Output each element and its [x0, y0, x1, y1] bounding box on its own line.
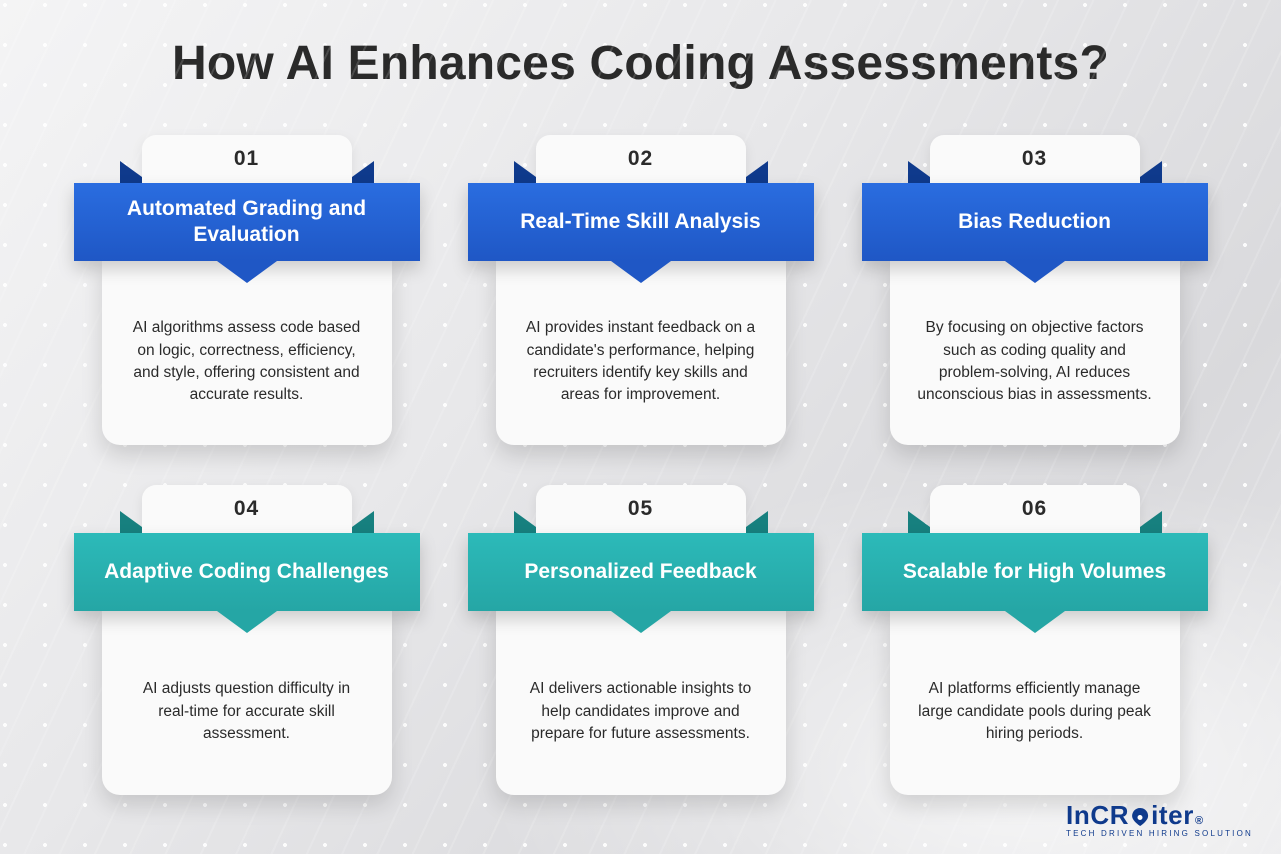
card-05: 05 Personalized Feedback AI delivers act… — [468, 485, 814, 795]
card-description: AI adjusts question difficulty in real-t… — [102, 607, 392, 795]
card-06: 06 Scalable for High Volumes AI platform… — [862, 485, 1208, 795]
page-title: How AI Enhances Coding Assessments? — [0, 0, 1281, 91]
card-heading: Adaptive Coding Challenges — [104, 559, 389, 585]
card-number: 01 — [142, 135, 352, 183]
registered-symbol: ® — [1195, 815, 1204, 827]
brand-tagline: TECH DRIVEN HIRING SOLUTION — [1066, 829, 1253, 838]
card-number: 02 — [536, 135, 746, 183]
card-grid: 01 Automated Grading and Evaluation AI a… — [0, 135, 1281, 795]
card-01: 01 Automated Grading and Evaluation AI a… — [74, 135, 420, 445]
card-number: 04 — [142, 485, 352, 533]
card-description: AI delivers actionable insights to help … — [496, 607, 786, 795]
card-description: AI algorithms assess code based on logic… — [102, 257, 392, 445]
card-heading: Automated Grading and Evaluation — [100, 196, 394, 249]
card-description: AI platforms efficiently manage large ca… — [890, 607, 1180, 795]
card-02: 02 Real-Time Skill Analysis AI provides … — [468, 135, 814, 445]
card-03: 03 Bias Reduction By focusing on objecti… — [862, 135, 1208, 445]
card-heading-ribbon: Scalable for High Volumes — [862, 533, 1208, 611]
card-heading-ribbon: Automated Grading and Evaluation — [74, 183, 420, 261]
card-number: 06 — [930, 485, 1140, 533]
card-heading: Personalized Feedback — [524, 559, 756, 585]
card-04: 04 Adaptive Coding Challenges AI adjusts… — [74, 485, 420, 795]
card-heading: Scalable for High Volumes — [903, 559, 1166, 585]
card-heading-ribbon: Bias Reduction — [862, 183, 1208, 261]
brand-name: InCR iter® — [1066, 800, 1253, 831]
card-description: AI provides instant feedback on a candid… — [496, 257, 786, 445]
card-number: 03 — [930, 135, 1140, 183]
card-heading-ribbon: Personalized Feedback — [468, 533, 814, 611]
card-heading-ribbon: Adaptive Coding Challenges — [74, 533, 420, 611]
brand-name-part-1: InCR — [1066, 800, 1129, 831]
card-heading-ribbon: Real-Time Skill Analysis — [468, 183, 814, 261]
card-heading: Real-Time Skill Analysis — [520, 209, 760, 235]
brand-logo: InCR iter® TECH DRIVEN HIRING SOLUTION — [1066, 800, 1253, 838]
card-description: By focusing on objective factors such as… — [890, 257, 1180, 445]
card-heading: Bias Reduction — [958, 209, 1111, 235]
map-pin-icon — [1131, 808, 1149, 826]
card-number: 05 — [536, 485, 746, 533]
brand-name-part-2: iter — [1151, 800, 1194, 831]
